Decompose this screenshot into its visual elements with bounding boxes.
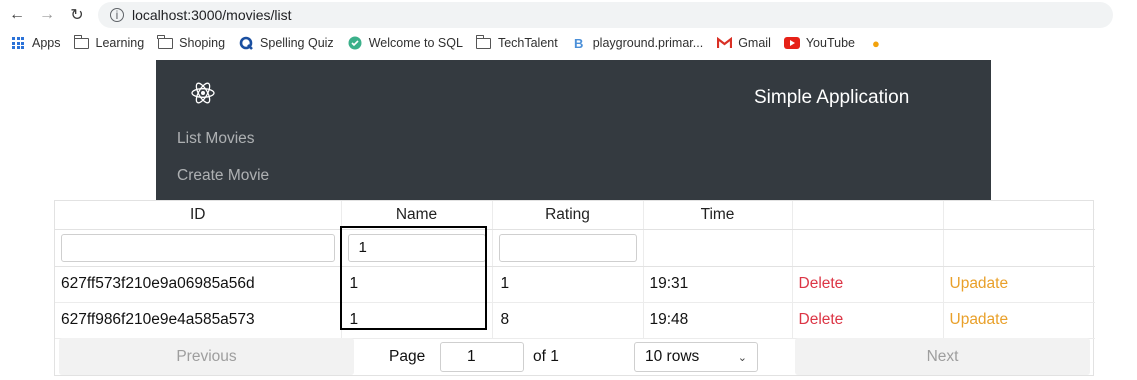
youtube-icon (783, 36, 800, 50)
table-row: 627ff573f210e9a06985a56d 1 1 19:31 Delet… (55, 266, 1095, 303)
filter-name-input[interactable] (347, 233, 486, 262)
cell-rating: 8 (492, 302, 644, 339)
bookmark-gmail[interactable]: Gmail (716, 36, 771, 50)
filter-rating-input[interactable] (498, 233, 637, 262)
update-link[interactable]: Upadate (950, 311, 1009, 328)
nav-link-list-movies[interactable]: List Movies (177, 130, 255, 148)
header-id[interactable]: ID (55, 201, 342, 230)
pagination-bar: Previous Page of 1 10 rows ⌄ Next (54, 334, 1094, 376)
header-name[interactable]: Name (341, 201, 493, 230)
bookmark-overflow[interactable]: ● (868, 35, 890, 51)
react-logo-icon[interactable] (190, 80, 216, 106)
back-arrow-icon[interactable]: ← (6, 4, 28, 26)
bookmark-apps[interactable]: Apps (10, 36, 61, 50)
b-icon: B (574, 35, 584, 51)
bookmark-techtalent[interactable]: TechTalent (476, 34, 558, 50)
next-button[interactable]: Next (795, 338, 1090, 375)
table-header-row: ID Name Rating Time (55, 201, 1095, 230)
sql-icon (347, 36, 363, 50)
folder-icon (157, 34, 173, 50)
folder-icon (476, 34, 492, 50)
bookmark-shoping[interactable]: Shoping (157, 34, 225, 50)
q-icon (238, 36, 254, 50)
map-pin-icon: ● (872, 35, 880, 51)
table-row: 627ff986f210e9e4a585a573 1 8 19:48 Delet… (55, 302, 1095, 339)
cell-time: 19:31 (643, 266, 793, 303)
rows-per-page-select[interactable]: 10 rows ⌄ (634, 342, 758, 372)
chevron-down-icon: ⌄ (737, 352, 747, 364)
bookmarks-bar: Apps Learning Shoping Spelling Quiz Welc… (0, 30, 1137, 56)
address-bar[interactable]: i localhost:3000/movies/list (98, 2, 1113, 28)
reload-icon[interactable]: ↻ (66, 4, 88, 26)
delete-link[interactable]: Delete (799, 311, 844, 328)
nav-link-create-movie[interactable]: Create Movie (177, 167, 269, 185)
delete-link[interactable]: Delete (799, 275, 844, 292)
header-rating[interactable]: Rating (492, 201, 644, 230)
cell-name: 1 (341, 266, 493, 303)
app-navbar: Simple Application List Movies Create Mo… (156, 60, 991, 200)
page-label: Page (389, 347, 426, 365)
cell-time: 19:48 (643, 302, 793, 339)
info-icon[interactable]: i (110, 8, 124, 22)
bookmark-welcome-sql[interactable]: Welcome to SQL (347, 36, 463, 50)
cell-id: 627ff986f210e9e4a585a573 (55, 302, 342, 339)
bookmark-learning[interactable]: Learning (73, 34, 144, 50)
bookmark-playground[interactable]: B playground.primar... (571, 35, 703, 51)
cell-rating: 1 (492, 266, 644, 303)
app-title[interactable]: Simple Application (754, 87, 909, 109)
bookmark-spelling-quiz[interactable]: Spelling Quiz (238, 36, 334, 50)
page-of-label: of 1 (533, 347, 559, 365)
cell-name: 1 (341, 302, 493, 339)
apps-grid-icon (10, 36, 26, 50)
forward-arrow-icon[interactable]: → (36, 4, 58, 26)
previous-button[interactable]: Previous (59, 338, 354, 375)
bookmark-youtube[interactable]: YouTube (783, 36, 855, 50)
header-update (943, 201, 1095, 230)
folder-icon (73, 34, 90, 50)
rows-per-page-value: 10 rows (645, 348, 700, 365)
header-time[interactable]: Time (643, 201, 793, 230)
browser-toolbar: ← → ↻ i localhost:3000/movies/list (0, 0, 1137, 30)
update-link[interactable]: Upadate (950, 275, 1009, 292)
url-text: localhost:3000/movies/list (132, 7, 292, 23)
cell-id: 627ff573f210e9a06985a56d (55, 266, 342, 303)
gmail-icon (716, 36, 732, 50)
filter-id-input[interactable] (61, 233, 335, 262)
page-number-input[interactable] (440, 342, 524, 372)
header-delete (792, 201, 944, 230)
filter-row (55, 229, 1095, 267)
